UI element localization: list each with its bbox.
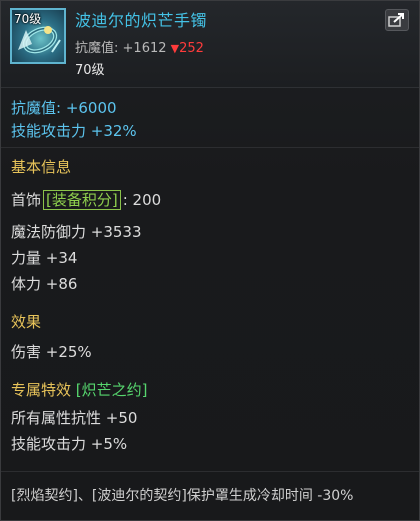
stat-line: 体力 +86 <box>11 275 78 293</box>
base-skill-attack: 技能攻击力 +32% <box>11 122 137 140</box>
slot-label: 首饰 <box>11 191 42 209</box>
tooltip-header: 70级 波迪尔的炽芒手镯 抗魔值: +1612 ▼252 70级 <box>1 1 419 88</box>
base-anti-magic: 抗魔值: +6000 <box>11 99 117 117</box>
basic-info-title: 基本信息 <box>11 158 72 176</box>
effect-line: 伤害 +25% <box>11 343 92 361</box>
exclusive-line: 技能攻击力 +5% <box>11 435 128 453</box>
equipment-score-value: : 200 <box>122 191 162 209</box>
exclusive-effect-tag[interactable]: [炽芒之约] <box>76 381 148 399</box>
item-name: 波迪尔的炽芒手镯 <box>75 11 208 30</box>
anti-magic-compare: 抗魔值: +1612 ▼252 <box>75 37 204 56</box>
decrease-triangle-icon: ▼ <box>170 42 180 55</box>
required-level: 70级 <box>75 63 105 78</box>
anti-magic-value: +1612 <box>122 41 167 56</box>
bracelet-icon: 70级 <box>10 8 66 64</box>
divider <box>1 471 419 472</box>
anti-magic-delta: 252 <box>179 41 204 56</box>
divider <box>1 147 419 148</box>
exclusive-effect-title: 专属特效 <box>11 381 72 399</box>
item-tooltip: 70级 波迪尔的炽芒手镯 抗魔值: +1612 ▼252 70级 抗魔值: +6… <box>0 0 420 521</box>
equipment-score-tag[interactable]: [装备积分] <box>43 190 121 210</box>
exclusive-line: 所有属性抗性 +50 <box>11 409 138 427</box>
share-button[interactable] <box>385 9 409 31</box>
stat-line: 魔法防御力 +3533 <box>11 223 142 241</box>
stat-line: 力量 +34 <box>11 249 78 267</box>
item-level-badge: 70级 <box>14 12 42 26</box>
share-arrow-icon <box>388 13 404 27</box>
effect-title: 效果 <box>11 313 42 331</box>
equipment-score-line: 首饰 [装备积分]: 200 <box>11 189 161 210</box>
exclusive-effect-title-line: 专属特效 [炽芒之约] <box>11 379 148 400</box>
set-bonus-line: [烈焰契约]、[波迪尔的契约]保护罩生成冷却时间 -30% <box>11 488 354 504</box>
anti-magic-label: 抗魔值: <box>75 41 119 56</box>
